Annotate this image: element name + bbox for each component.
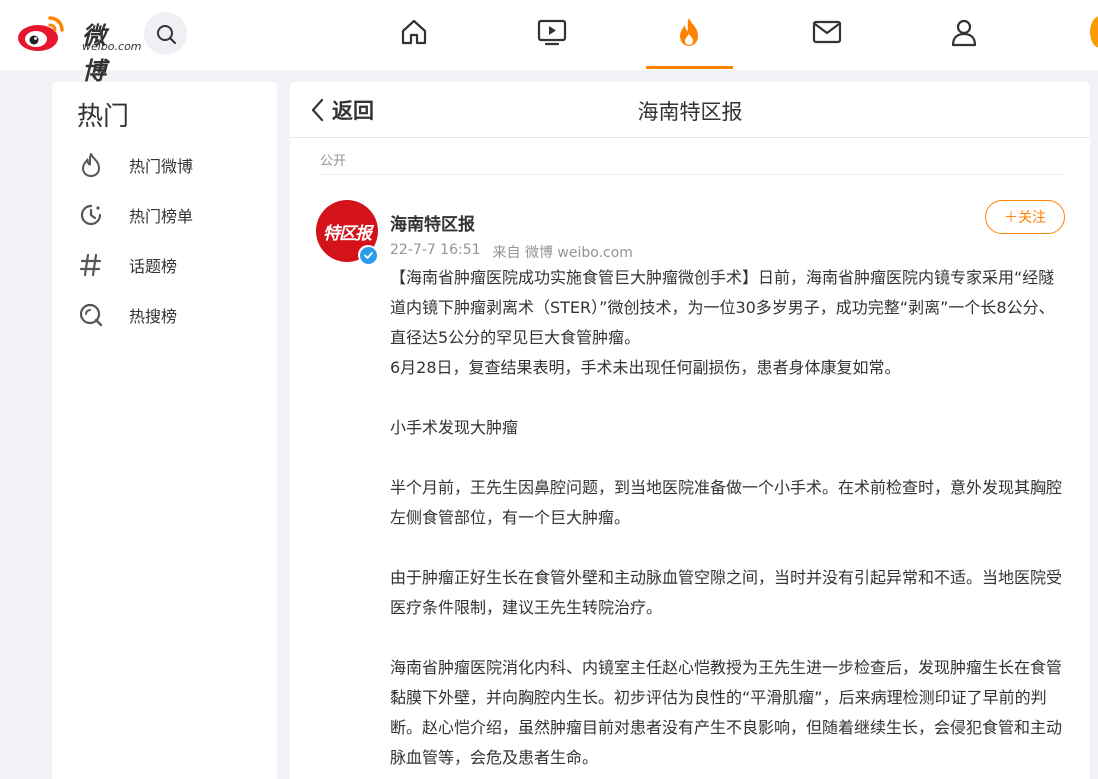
- main-panel: 返回 海南特区报 公开 特区报 海南特区报 22-7-7 16:51 来自 微博…: [290, 82, 1090, 779]
- sidebar-item-hot-search[interactable]: 热搜榜: [77, 300, 267, 330]
- mail-icon: [812, 20, 842, 44]
- paragraph: 由于肿瘤正好生长在食管外壁和主动脉血管空隙之间，当时并没有引起异常和不适。当地医…: [390, 568, 1063, 617]
- nav-hot[interactable]: [671, 14, 707, 50]
- hot-search-icon: [77, 301, 105, 329]
- sidebar-item-hot-weibo[interactable]: 热门微博: [77, 150, 267, 180]
- clock-ranking-icon: [77, 201, 105, 229]
- edge-button[interactable]: [1090, 16, 1098, 48]
- sidebar: 热门 热门微博 热门榜单 话题榜 热搜榜: [52, 82, 277, 779]
- search-icon: [156, 24, 176, 44]
- weibo-eye-icon: [18, 16, 64, 51]
- paragraph: 海南省肿瘤医院消化内科、内镜室主任赵心恺教授为王先生进一步检查后，发现肿瘤生长在…: [390, 658, 1063, 767]
- paragraph: 半个月前，王先生因鼻腔问题，到当地医院准备做一个小手术。在术前检查时，意外发现其…: [390, 478, 1063, 527]
- profile-icon: [951, 19, 977, 47]
- post-content: 【海南省肿瘤医院成功实施食管巨大肿瘤微创手术】日前，海南省肿瘤医院内镜专家采用“…: [390, 263, 1065, 773]
- sidebar-item-topics[interactable]: 话题榜: [77, 250, 267, 280]
- post-time[interactable]: 22-7-7 16:51: [390, 242, 481, 262]
- paragraph: 【海南省肿瘤医院成功实施食管巨大肿瘤微创手术】日前，海南省肿瘤医院内镜专家采用“…: [390, 268, 1055, 347]
- video-icon: [537, 19, 567, 46]
- search-button[interactable]: [144, 12, 187, 55]
- weibo-logo[interactable]: 微博 weibo.com: [16, 10, 142, 85]
- main-header: 返回 海南特区报: [290, 82, 1090, 138]
- flame-outline-icon: [77, 151, 105, 179]
- avatar-logo-text: 特区报: [323, 223, 372, 244]
- hashtag-icon: [77, 251, 105, 279]
- divider: [320, 174, 1064, 175]
- follow-button[interactable]: ＋关注: [985, 200, 1065, 234]
- sidebar-title: 热门: [77, 102, 130, 132]
- visibility-label: 公开: [320, 154, 347, 169]
- sidebar-item-label: 热门榜单: [129, 207, 194, 226]
- verified-badge: [358, 245, 378, 265]
- sidebar-item-label: 热搜榜: [129, 307, 178, 326]
- sidebar-item-label: 话题榜: [129, 257, 178, 276]
- nav-home[interactable]: [396, 14, 432, 50]
- hot-icon: [680, 18, 698, 46]
- nav-active-indicator: [646, 66, 733, 69]
- nav-video[interactable]: [534, 14, 570, 50]
- author-name[interactable]: 海南特区报: [390, 210, 475, 235]
- page-title: 海南特区报: [637, 100, 743, 124]
- sidebar-item-hot-ranking[interactable]: 热门榜单: [77, 200, 267, 230]
- nav-profile[interactable]: [946, 14, 982, 50]
- section-heading: 小手术发现大肿瘤: [390, 418, 519, 437]
- logo-domain: weibo.com: [82, 40, 142, 53]
- home-icon: [401, 19, 427, 45]
- paragraph: 6月28日，复查结果表明，手术未出现任何副损伤，患者身体康复如常。: [390, 358, 901, 377]
- post-source: 来自 微博 weibo.com: [492, 245, 633, 261]
- sidebar-item-label: 热门微博: [129, 157, 194, 176]
- top-navigation-bar: 微博 weibo.com: [0, 0, 1098, 85]
- check-icon: [363, 251, 373, 259]
- nav-messages[interactable]: [809, 14, 845, 50]
- post-meta: 22-7-7 16:51 来自 微博 weibo.com: [390, 242, 633, 262]
